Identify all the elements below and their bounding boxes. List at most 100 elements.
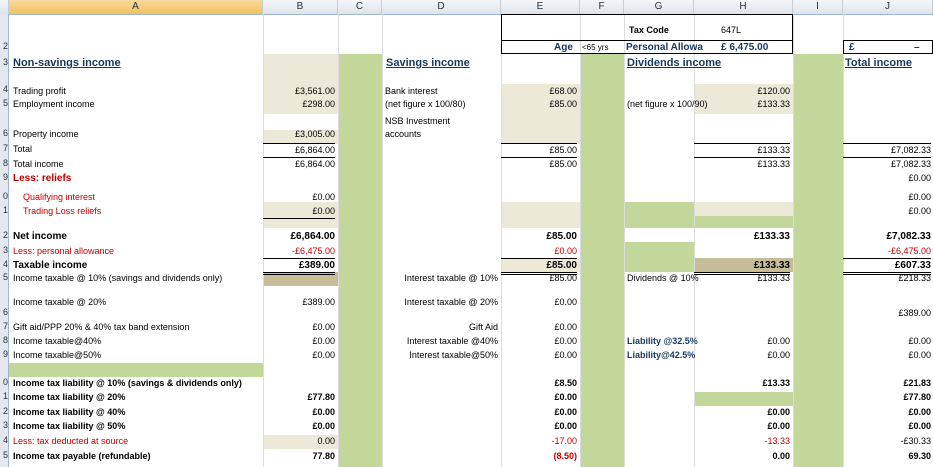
- h-liability-425[interactable]: £0.00: [694, 349, 790, 362]
- h-net-figure-90[interactable]: £133.33: [694, 98, 790, 111]
- b-liab-50[interactable]: £0.00: [263, 420, 335, 433]
- row-number[interactable]: 6: [0, 307, 8, 317]
- j-liab-20[interactable]: £77.80: [843, 391, 931, 404]
- row-number[interactable]: 7: [0, 321, 8, 331]
- j-less-tax-source[interactable]: -£30.33: [843, 435, 931, 448]
- row-number[interactable]: 5: [0, 272, 8, 282]
- row-number[interactable]: 9: [0, 172, 8, 182]
- j-liab-40[interactable]: £0.00: [843, 406, 931, 419]
- column-header-e[interactable]: E: [501, 0, 580, 14]
- row-number[interactable]: 3: [0, 245, 8, 255]
- row-number[interactable]: 5: [0, 98, 8, 108]
- row-number[interactable]: 5: [0, 450, 8, 460]
- row-number[interactable]: 9: [0, 349, 8, 359]
- e-interest-taxable-40[interactable]: £0.00: [501, 335, 577, 348]
- h-dividends[interactable]: £120.00: [694, 85, 790, 98]
- row-number[interactable]: 4: [0, 435, 8, 445]
- column-header-a[interactable]: A: [9, 0, 263, 14]
- b-qualifying-interest[interactable]: £0.00: [263, 191, 335, 204]
- j-net-income[interactable]: £7,082.33: [843, 230, 932, 243]
- e-interest-taxable-50[interactable]: £0.00: [501, 349, 577, 362]
- j-liab-10[interactable]: £21.83: [843, 377, 931, 390]
- h-liab-10[interactable]: £13.33: [694, 377, 790, 390]
- e-tax-payable[interactable]: (8.50): [501, 450, 577, 463]
- e-less-tax-source[interactable]: -17.00: [501, 435, 577, 448]
- e-liab-40[interactable]: £0.00: [501, 406, 577, 419]
- h-net-income[interactable]: £133.33: [694, 230, 790, 243]
- spreadsheet-grid[interactable]: Tax Code 647L Age <65 yrs Personal Allow…: [9, 14, 933, 467]
- b-income-taxable-40[interactable]: £0.00: [263, 335, 335, 348]
- j-qualifying-interest[interactable]: £0.00: [843, 191, 931, 204]
- b-trading-profit[interactable]: £3,561.00: [263, 85, 335, 98]
- e-gift-aid[interactable]: £0.00: [501, 321, 577, 334]
- j-income-taxable-20[interactable]: £389.00: [843, 307, 931, 320]
- row-number[interactable]: 3: [0, 57, 8, 67]
- row-number[interactable]: 2: [0, 41, 8, 51]
- row-number[interactable]: 0: [0, 191, 8, 201]
- column-header-c[interactable]: C: [338, 0, 382, 14]
- j-income-taxable-40[interactable]: £0.00: [843, 335, 931, 348]
- b-total[interactable]: £6,864.00: [263, 143, 335, 158]
- e-liab-10[interactable]: £8.50: [501, 377, 577, 390]
- e-net-income[interactable]: £85.00: [501, 230, 577, 243]
- h-total-income[interactable]: £133.33: [694, 158, 790, 171]
- b-income-taxable-50[interactable]: £0.00: [263, 349, 335, 362]
- j-total[interactable]: £7,082.33: [843, 143, 931, 158]
- column-header-d[interactable]: D: [382, 0, 501, 14]
- row-number[interactable]: 8: [0, 158, 8, 168]
- b-net-income[interactable]: £6,864.00: [263, 230, 336, 243]
- b-less-pa[interactable]: -£6,475.00: [263, 245, 335, 259]
- row-number[interactable]: 4: [0, 259, 8, 269]
- h-dividends-10[interactable]: £133.33: [694, 272, 790, 285]
- row-number[interactable]: 2: [0, 406, 8, 416]
- j-liab-50[interactable]: £0.00: [843, 420, 931, 433]
- column-header-b[interactable]: B: [263, 0, 338, 14]
- h-liab-40[interactable]: £0.00: [694, 406, 790, 419]
- e-interest-taxable-10[interactable]: £85.00: [501, 272, 577, 285]
- row-number[interactable]: 1: [0, 391, 8, 401]
- b-less-tax-source[interactable]: 0.00: [263, 435, 335, 448]
- j-less-pa[interactable]: -£6,475.00: [843, 245, 931, 259]
- h-less-tax-source[interactable]: -13.33: [694, 435, 790, 448]
- row-number[interactable]: 8: [0, 335, 8, 345]
- h-liab-50[interactable]: £0.00: [694, 420, 790, 433]
- e-less-pa[interactable]: £0.00: [501, 245, 577, 259]
- column-header-h[interactable]: H: [694, 0, 793, 14]
- row-number[interactable]: 0: [0, 377, 8, 387]
- row-number[interactable]: 7: [0, 143, 8, 153]
- select-all-corner[interactable]: [0, 0, 9, 14]
- e-interest-taxable-20[interactable]: £0.00: [501, 296, 577, 309]
- j-total-income[interactable]: £7,082.33: [843, 158, 931, 171]
- b-tax-payable[interactable]: 77.80: [263, 450, 335, 463]
- column-header-g[interactable]: G: [624, 0, 694, 14]
- age-value[interactable]: <65 yrs: [582, 41, 608, 54]
- e-liab-20[interactable]: £0.00: [501, 391, 577, 404]
- b-employment-income[interactable]: £298.00: [263, 98, 335, 111]
- h-liability-325[interactable]: £0.00: [694, 335, 790, 348]
- j-trading-loss[interactable]: £0.00: [843, 205, 931, 218]
- j-income-taxable-50[interactable]: £0.00: [843, 349, 931, 362]
- e-net-figure-80[interactable]: £85.00: [501, 98, 577, 111]
- row-number[interactable]: 1: [0, 205, 8, 215]
- row-number[interactable]: 3: [0, 420, 8, 430]
- column-header-j[interactable]: J: [843, 0, 933, 14]
- j-income-taxable-10[interactable]: £218.33: [843, 272, 931, 285]
- row-number[interactable]: 6: [0, 128, 8, 138]
- h-tax-payable[interactable]: 0.00: [694, 450, 790, 463]
- e-total[interactable]: £85.00: [501, 143, 577, 158]
- b-liab-20[interactable]: £77.80: [263, 391, 335, 404]
- b-total-income[interactable]: £6,864.00: [263, 158, 335, 171]
- e-liab-50[interactable]: £0.00: [501, 420, 577, 433]
- b-liab-40[interactable]: £0.00: [263, 406, 335, 419]
- h-total[interactable]: £133.33: [694, 143, 790, 158]
- e-total-income[interactable]: £85.00: [501, 158, 577, 171]
- column-header-i[interactable]: I: [793, 0, 843, 14]
- b-trading-loss[interactable]: £0.00: [263, 205, 335, 219]
- e-bank-interest[interactable]: £68.00: [501, 85, 577, 98]
- j-tax-payable[interactable]: 69.30: [843, 450, 931, 463]
- b-property-income[interactable]: £3,005.00: [263, 128, 335, 141]
- row-number[interactable]: 4: [0, 84, 8, 94]
- column-header-f[interactable]: F: [580, 0, 624, 14]
- tax-code-value[interactable]: 647L: [721, 24, 741, 37]
- b-gift-aid-ext[interactable]: £0.00: [263, 321, 335, 334]
